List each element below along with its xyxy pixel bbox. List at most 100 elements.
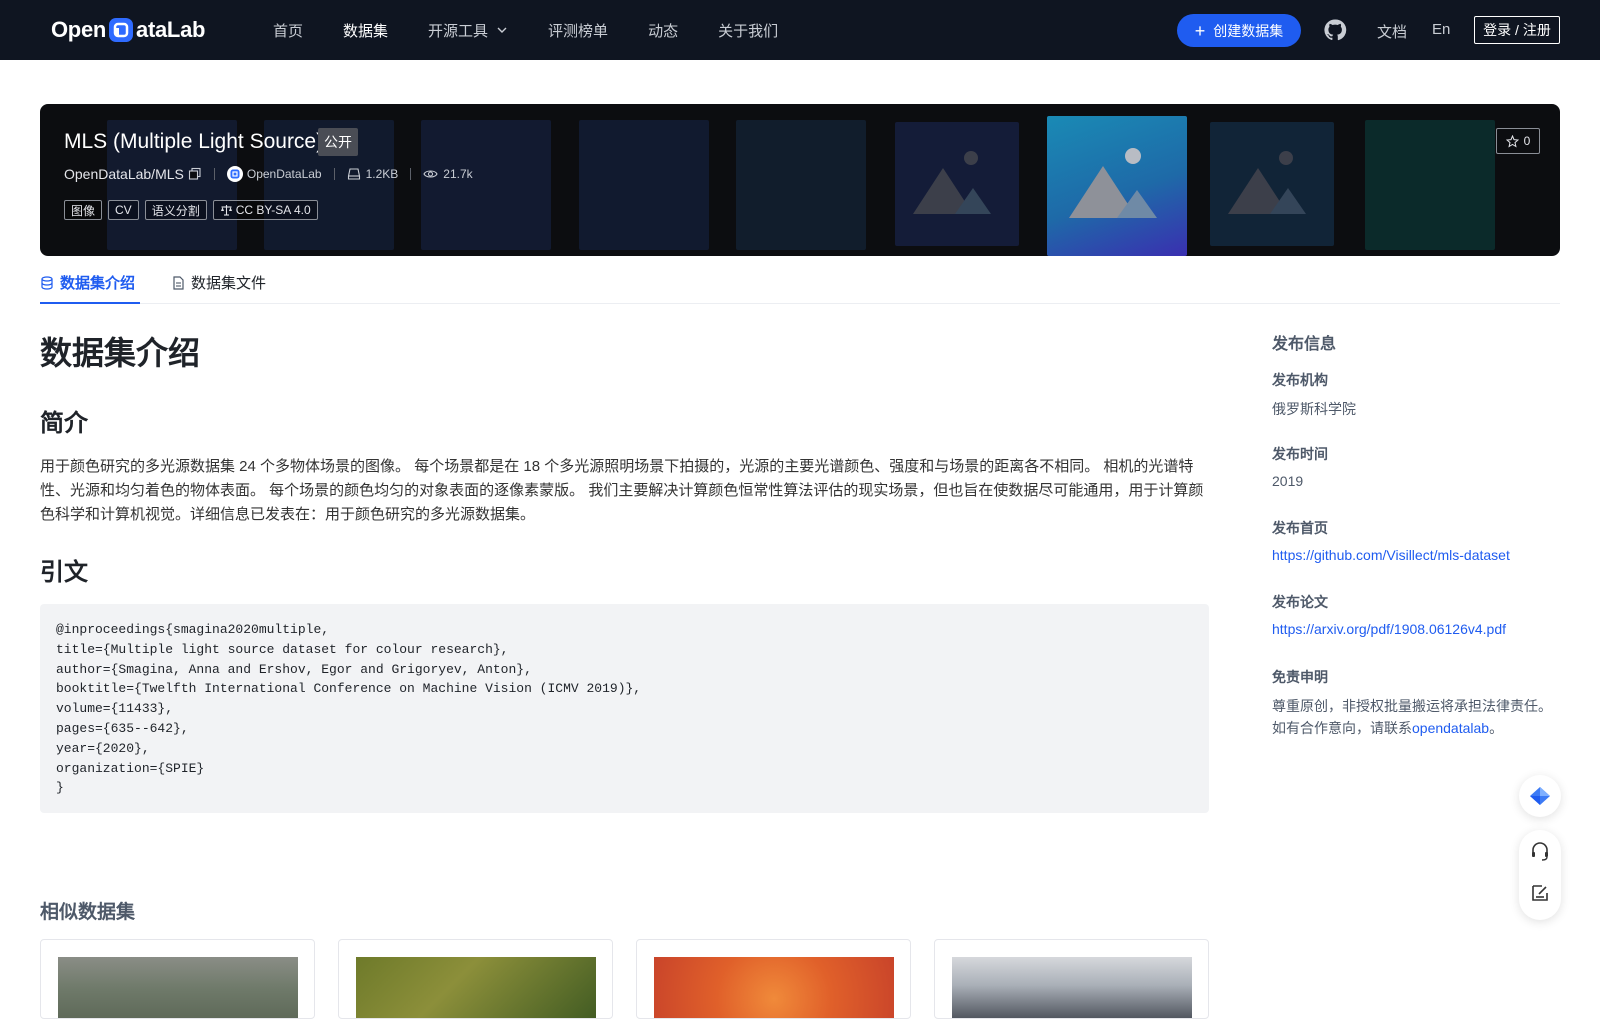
create-dataset-button[interactable]: + 创建数据集	[1177, 14, 1301, 47]
star-count: 0	[1523, 134, 1531, 148]
star-button[interactable]: 0	[1496, 128, 1540, 154]
thumbnail-4	[579, 120, 709, 250]
intro-text: 用于颜色研究的多光源数据集 24 个多物体场景的图像。 每个场景都是在 18 个…	[40, 458, 1204, 523]
disclaimer-text: 尊重原创，非授权批量搬运将承担法律责任。 如有合作意向，请联系opendatal…	[1272, 695, 1562, 739]
github-icon[interactable]	[1323, 18, 1347, 42]
image-placeholder-icon	[895, 122, 1019, 246]
nav-docs[interactable]: 文档	[1377, 21, 1407, 42]
disclaimer-line-1: 尊重原创，非授权批量搬运将承担法律责任。	[1272, 698, 1552, 714]
image-placeholder-icon	[1047, 116, 1187, 256]
opendatalab-logo[interactable]: Open ataLab	[51, 15, 205, 45]
publisher-label: 发布机构	[1272, 372, 1328, 388]
similar-dataset-card[interactable]	[934, 939, 1209, 1019]
active-tab-indicator	[40, 302, 140, 304]
tag-segmentation[interactable]: 语义分割	[144, 200, 207, 220]
dataset-header: MLS (Multiple Light Source) 公开 OpenDataL…	[40, 104, 1560, 256]
owner-avatar-icon	[226, 166, 243, 182]
tab-files[interactable]: 数据集文件	[172, 272, 266, 293]
eye-icon	[423, 170, 438, 178]
dataset-size: 1.2KB	[347, 167, 399, 181]
tab-files-label: 数据集文件	[191, 275, 267, 292]
release-info-title: 发布信息	[1272, 336, 1337, 353]
page-title: 数据集介绍	[40, 335, 201, 371]
file-icon	[173, 275, 184, 290]
homepage-label: 发布首页	[1272, 520, 1328, 536]
homepage-link[interactable]: https://github.com/Visillect/mls-dataset	[1272, 547, 1510, 563]
tag-cv[interactable]: CV	[108, 200, 139, 220]
similar-dataset-card[interactable]	[338, 939, 613, 1019]
owner[interactable]: OpenDataLab	[226, 166, 322, 182]
dataset-meta: OpenDataLab/MLS OpenDataLab 1.2KB 21.7k	[64, 166, 473, 182]
similar-dataset-card[interactable]	[636, 939, 911, 1019]
nav-links: 首页 数据集 开源工具 评测榜单 动态 关于我们	[273, 0, 818, 60]
disclaimer-prefix: 如有合作意向，请联系	[1272, 720, 1412, 736]
assistant-diamond-icon	[1530, 787, 1550, 805]
create-dataset-label: 创建数据集	[1213, 22, 1284, 39]
similar-dataset-thumbnail	[654, 957, 894, 1018]
citation-code-block: @inproceedings{smagina2020multiple, titl…	[40, 604, 1209, 813]
similar-dataset-thumbnail	[58, 957, 298, 1018]
intro-heading: 简介	[40, 410, 88, 437]
language-toggle[interactable]: En	[1432, 21, 1450, 38]
content-tabs: 数据集介绍 数据集文件	[40, 262, 1560, 304]
nav-about[interactable]: 关于我们	[718, 20, 778, 41]
scale-icon	[220, 205, 232, 216]
tag-list: 图像 CV 语义分割 CC BY-SA 4.0	[64, 200, 324, 220]
database-icon	[41, 275, 53, 290]
thumbnail-5	[736, 120, 866, 250]
tag-image[interactable]: 图像	[64, 200, 103, 220]
nav-news[interactable]: 动态	[648, 20, 678, 41]
chevron-down-icon	[497, 27, 507, 33]
nav-home[interactable]: 首页	[273, 20, 303, 41]
nav-tools[interactable]: 开源工具	[428, 20, 508, 41]
repo-path: OpenDataLab/MLS	[64, 166, 202, 182]
logo-mark-icon	[107, 16, 135, 44]
visibility-badge: 公开	[318, 128, 358, 156]
tab-intro[interactable]: 数据集介绍	[40, 272, 135, 293]
disclaimer-label: 免责申明	[1272, 669, 1328, 685]
nav-tools-label: 开源工具	[428, 22, 489, 40]
repo-path-text: OpenDataLab/MLS	[64, 166, 184, 182]
headset-icon	[1532, 842, 1548, 861]
feedback-button[interactable]	[1519, 872, 1561, 914]
floating-assistant	[1519, 775, 1561, 817]
similar-dataset-thumbnail	[356, 957, 596, 1018]
similar-dataset-thumbnail	[952, 957, 1192, 1018]
license-label: CC BY-SA 4.0	[235, 203, 311, 217]
paper-label: 发布论文	[1272, 594, 1328, 610]
storage-icon	[347, 168, 360, 180]
publisher-value: 俄罗斯科学院	[1272, 401, 1356, 417]
nav-leaderboard[interactable]: 评测榜单	[548, 20, 608, 41]
assistant-button[interactable]	[1519, 775, 1561, 817]
size-value: 1.2KB	[365, 167, 399, 181]
logo-text-open: Open	[51, 17, 107, 42]
edit-note-icon	[1532, 885, 1548, 901]
thumbnail-3	[421, 120, 551, 250]
views-value: 21.7k	[443, 167, 473, 181]
similar-datasets-heading: 相似数据集	[40, 902, 136, 923]
plus-icon: +	[1194, 20, 1206, 41]
floating-toolbar	[1519, 830, 1561, 920]
top-navbar: Open ataLab 首页 数据集 开源工具 评测榜单 动态 关于我们 + 创…	[0, 0, 1600, 60]
thumbnail-9	[1365, 120, 1495, 250]
divider	[213, 168, 215, 180]
release-time-label: 发布时间	[1272, 446, 1328, 462]
contact-link[interactable]: opendatalab	[1412, 720, 1489, 736]
logo-text-datalab: ataLab	[136, 17, 206, 42]
copy-icon[interactable]	[188, 167, 202, 181]
release-time-value: 2019	[1272, 473, 1304, 489]
paper-link[interactable]: https://arxiv.org/pdf/1908.06126v4.pdf	[1272, 621, 1506, 637]
owner-name: OpenDataLab	[246, 167, 322, 181]
dataset-title: MLS (Multiple Light Source)	[64, 130, 324, 153]
tag-license[interactable]: CC BY-SA 4.0	[212, 200, 318, 220]
similar-dataset-card[interactable]	[40, 939, 315, 1019]
login-button[interactable]: 登录 / 注册	[1474, 16, 1560, 44]
disclaimer-suffix: 。	[1489, 720, 1504, 736]
support-button[interactable]	[1519, 830, 1561, 872]
disclaimer-line-2: 如有合作意向，请联系opendatalab。	[1272, 717, 1562, 739]
nav-datasets[interactable]: 数据集	[343, 20, 388, 41]
tab-intro-label: 数据集介绍	[60, 275, 136, 292]
image-placeholder-icon	[1210, 122, 1334, 246]
divider	[410, 168, 412, 180]
view-count: 21.7k	[423, 167, 473, 181]
